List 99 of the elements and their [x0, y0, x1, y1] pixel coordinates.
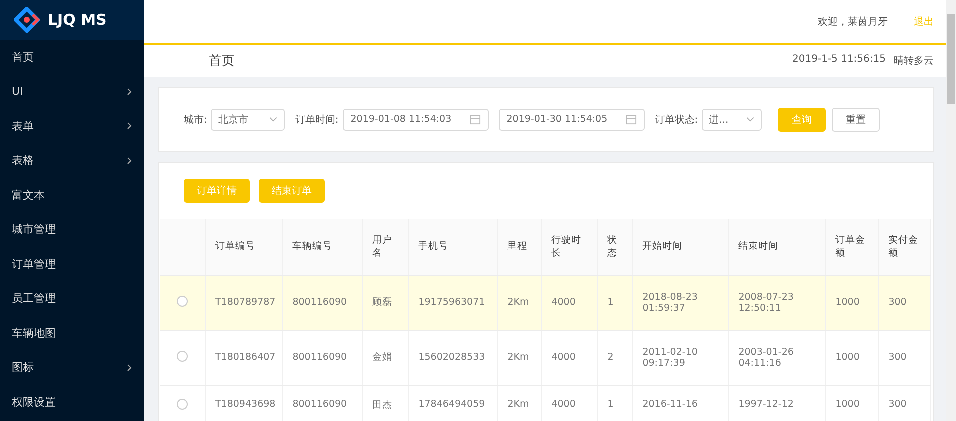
calendar-icon — [626, 114, 637, 125]
header-cell: 订单金额 — [825, 219, 878, 275]
filter-label: 订单时间: — [295, 114, 339, 126]
table-cell: 15602028533 — [408, 330, 498, 385]
date-value: 2019-01-08 11:54:03 — [350, 114, 452, 125]
table-cell: T180943698 — [205, 385, 282, 421]
menu-item[interactable]: UI — [0, 74, 144, 109]
table-cell: 1997-12-12 — [728, 385, 826, 421]
table-cell: 2Km — [497, 385, 542, 421]
filter-label: 订单状态: — [654, 114, 698, 126]
menu-label: 订单管理 — [12, 256, 56, 272]
menu-label: 员工管理 — [12, 291, 56, 306]
table-cell: 2018-08-23 01:59:37 — [632, 275, 728, 330]
header-cell: 里程 — [497, 219, 542, 275]
header-cell: 状态 — [597, 219, 632, 275]
header-cell: 行驶时长 — [541, 219, 598, 275]
reset-button[interactable]: 重置 — [832, 108, 880, 132]
date-value: 2019-01-30 11:54:05 — [506, 114, 608, 125]
weather-text: 晴转多云 — [894, 54, 934, 68]
menu-label: 首页 — [12, 50, 34, 65]
date-field[interactable]: 2019-01-30 11:54:05 — [498, 108, 645, 130]
caret-down-icon — [746, 117, 756, 122]
caret-down-icon — [269, 117, 278, 122]
menu-label: 表单 — [12, 118, 34, 134]
menu-label: 富文本 — [12, 188, 45, 203]
menu-item[interactable]: 富文本 — [0, 178, 144, 212]
select-value: 进... — [709, 114, 729, 126]
menu-label: 表格 — [12, 153, 34, 168]
chevron-right-icon — [127, 364, 132, 372]
datetime-text: 2019-1-5 11:56:15 — [792, 54, 886, 67]
header-cell: 车辆编号 — [282, 219, 362, 275]
menu-label: 权限设置 — [12, 394, 56, 410]
radio-button[interactable] — [176, 398, 188, 410]
radio-button[interactable] — [176, 350, 188, 362]
header-cell: 用户名 — [362, 219, 408, 275]
table-row[interactable]: T180789787 800116090 顾磊 19175963071 2Km 4000 1 2018-08-23 01:59:37 2008-07-23 12:50:11 1000 300 — [160, 275, 930, 330]
header-cell: 手机号 — [408, 219, 498, 275]
menu-item[interactable]: 表单 — [0, 109, 144, 144]
table-cell: 2016-11-16 — [632, 385, 728, 421]
header-cell: 订单编号 — [205, 219, 282, 275]
menu-item[interactable]: 表格 — [0, 144, 144, 178]
menu-item[interactable]: 员工管理 — [0, 282, 144, 316]
radio-button[interactable] — [176, 296, 188, 306]
filter-label: 城市: — [184, 114, 208, 126]
select-field[interactable]: 北京市 — [211, 108, 286, 130]
table-cell: 300 — [878, 330, 930, 385]
menu-item[interactable]: 订单管理 — [0, 247, 144, 282]
table-cell: 2008-07-23 12:50:11 — [728, 275, 826, 330]
table-cell: T180186407 — [205, 330, 282, 385]
menu-item[interactable]: 车辆地图 — [0, 316, 144, 350]
table-cell: T180789787 — [205, 275, 282, 330]
menu-label: 城市管理 — [12, 222, 56, 238]
calendar-icon — [470, 114, 481, 125]
table-cell: 顾磊 — [362, 275, 408, 330]
table-row[interactable]: T180943698 800116090 田杰 17846494059 2Km 4000 1 2016-11-16 1997-12-12 1000 300 — [160, 385, 930, 421]
table-cell: 4000 — [541, 385, 598, 421]
select-value: 北京市 — [218, 114, 248, 126]
menu-label: 车辆地图 — [12, 326, 56, 341]
date-field[interactable]: 2019-01-08 11:54:03 — [342, 108, 489, 130]
menu-item[interactable]: 首页 — [0, 40, 144, 74]
table-cell: 1000 — [825, 275, 878, 330]
table-cell: 800116090 — [282, 385, 362, 421]
table-cell: 2011-02-10 09:17:39 — [632, 330, 728, 385]
chevron-right-icon — [127, 156, 132, 165]
page-title: 首页 — [209, 53, 235, 70]
table-cell: 1 — [597, 275, 632, 330]
table-cell: 17846494059 — [408, 385, 498, 421]
table-cell: 1 — [597, 385, 632, 421]
header-cell: 实付金额 — [878, 219, 930, 275]
table-cell: 2003-01-26 04:11:16 — [728, 330, 826, 385]
chevron-right-icon — [127, 88, 132, 96]
select-field[interactable]: 进... — [702, 108, 762, 130]
table-row[interactable]: T180186407 800116090 金娟 15602028533 2Km 4000 2 2011-02-10 09:17:39 2003-01-26 04:11:16 1000 300 — [160, 330, 930, 385]
menu-item[interactable]: 城市管理 — [0, 212, 144, 247]
table-cell: 金娟 — [362, 330, 408, 385]
chevron-right-icon — [127, 122, 132, 130]
diamond-logo-icon — [14, 7, 40, 33]
table-cell: 4000 — [541, 330, 598, 385]
scrollbar[interactable] — [946, 0, 956, 421]
header-cell: 开始时间 — [632, 219, 728, 275]
menu-item[interactable]: 图标 — [0, 350, 144, 385]
menu-label: UI — [12, 85, 24, 98]
table-cell: 4000 — [541, 275, 598, 330]
table-cell: 田杰 — [362, 385, 408, 421]
table-cell: 19175963071 — [408, 275, 498, 330]
table-cell: 300 — [878, 275, 930, 330]
table-cell: 2Km — [497, 330, 542, 385]
welcome-text: 欢迎，莱茵月牙 — [818, 16, 888, 28]
table-cell: 800116090 — [282, 275, 362, 330]
table-cell: 1000 — [825, 385, 878, 421]
table-cell: 300 — [878, 385, 930, 421]
menu-item[interactable]: 权限设置 — [0, 385, 144, 420]
table-cell: 1000 — [825, 330, 878, 385]
table-cell: 2Km — [497, 275, 542, 330]
table-cell: 800116090 — [282, 330, 362, 385]
menu-label: 图标 — [12, 360, 34, 376]
app-title: LJQ MS — [48, 11, 107, 29]
table-cell: 2 — [597, 330, 632, 385]
header-cell: 结束时间 — [728, 219, 826, 275]
